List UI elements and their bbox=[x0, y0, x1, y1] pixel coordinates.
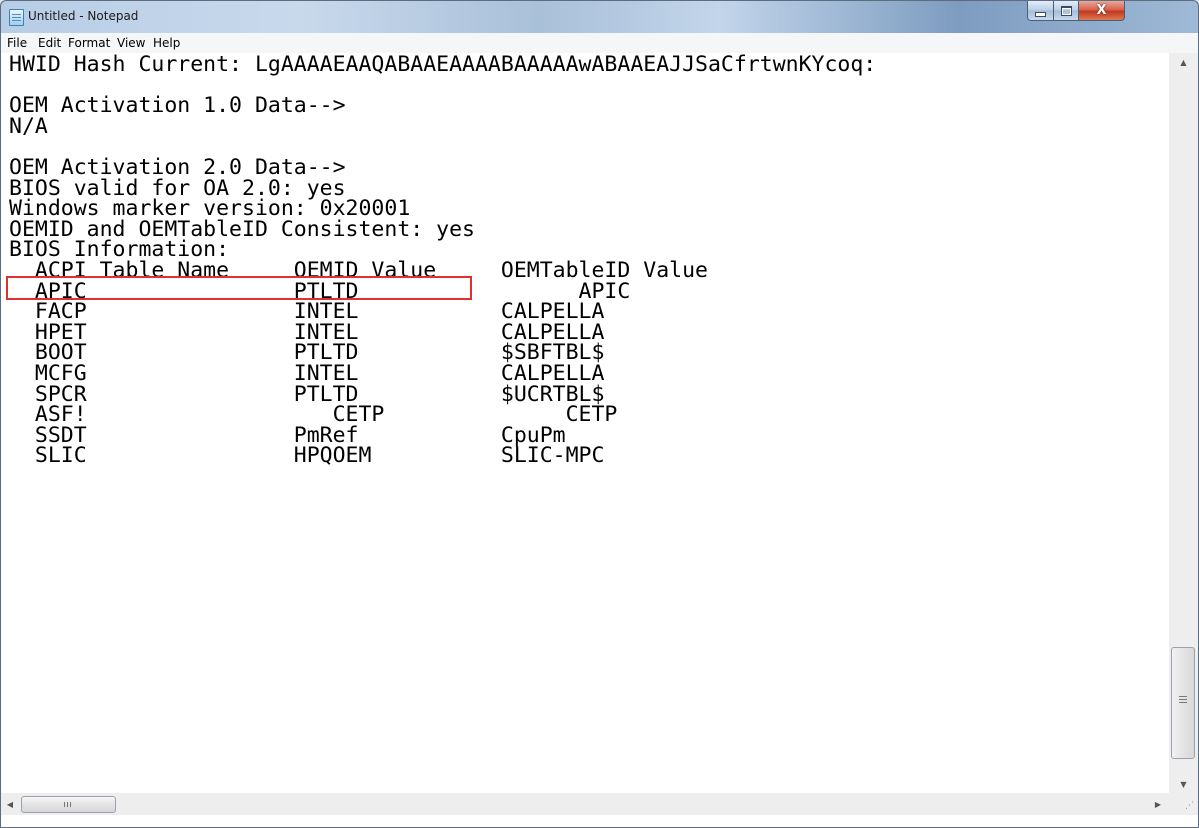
document-line[interactable]: N/A bbox=[9, 114, 48, 139]
close-icon: X bbox=[1096, 3, 1107, 18]
editor-area[interactable]: HWID Hash Current: LgAAAAEAAQABAAEAAAABA… bbox=[1, 53, 1198, 827]
scroll-right-arrow[interactable]: ▶ bbox=[1149, 793, 1167, 815]
menu-format[interactable]: Format bbox=[68, 36, 110, 50]
menu-bar: File Edit Format View Help bbox=[1, 33, 1198, 54]
horizontal-scroll-thumb[interactable] bbox=[21, 796, 116, 813]
minimize-button[interactable] bbox=[1027, 1, 1054, 21]
title-bar[interactable]: Untitled - Notepad X bbox=[1, 1, 1198, 33]
scroll-down-arrow[interactable]: ▼ bbox=[1169, 775, 1198, 793]
menu-edit[interactable]: Edit bbox=[38, 36, 61, 50]
maximize-button[interactable] bbox=[1053, 1, 1079, 21]
notepad-window: Untitled - Notepad X File Edit Format Vi… bbox=[0, 0, 1199, 828]
vertical-scroll-thumb[interactable] bbox=[1171, 647, 1195, 759]
text-content-area[interactable]: HWID Hash Current: LgAAAAEAAQABAAEAAAABA… bbox=[1, 53, 1170, 793]
document-line[interactable]: OEM Activation 1.0 Data--> bbox=[9, 93, 346, 118]
vertical-scrollbar[interactable]: ▲ ▼ bbox=[1169, 53, 1198, 793]
hscroll-grip-icon bbox=[64, 802, 65, 807]
resize-grip-icon[interactable]: ⋰ bbox=[1185, 801, 1194, 811]
highlight-box bbox=[6, 276, 472, 300]
horizontal-scrollbar[interactable]: ◀ ▶ bbox=[1, 793, 1169, 815]
document-line[interactable]: SLIC HPQOEM SLIC-MPC bbox=[9, 443, 605, 468]
document-line[interactable]: HWID Hash Current: LgAAAAEAAQABAAEAAAABA… bbox=[9, 53, 876, 77]
menu-file[interactable]: File bbox=[7, 36, 27, 50]
close-button[interactable]: X bbox=[1078, 1, 1125, 21]
scrollbar-corner: ⋰ bbox=[1169, 793, 1198, 815]
scroll-left-arrow[interactable]: ◀ bbox=[1, 793, 19, 815]
notepad-icon[interactable] bbox=[9, 9, 24, 26]
minimize-icon bbox=[1035, 11, 1046, 17]
scroll-up-arrow[interactable]: ▲ bbox=[1169, 53, 1198, 71]
menu-help[interactable]: Help bbox=[153, 36, 180, 50]
window-title: Untitled - Notepad bbox=[28, 9, 139, 23]
maximize-icon bbox=[1060, 5, 1072, 16]
menu-view[interactable]: View bbox=[117, 36, 145, 50]
document-text[interactable]: HWID Hash Current: LgAAAAEAAQABAAEAAAABA… bbox=[1, 53, 1169, 467]
vscroll-grip-icon bbox=[1179, 696, 1187, 697]
